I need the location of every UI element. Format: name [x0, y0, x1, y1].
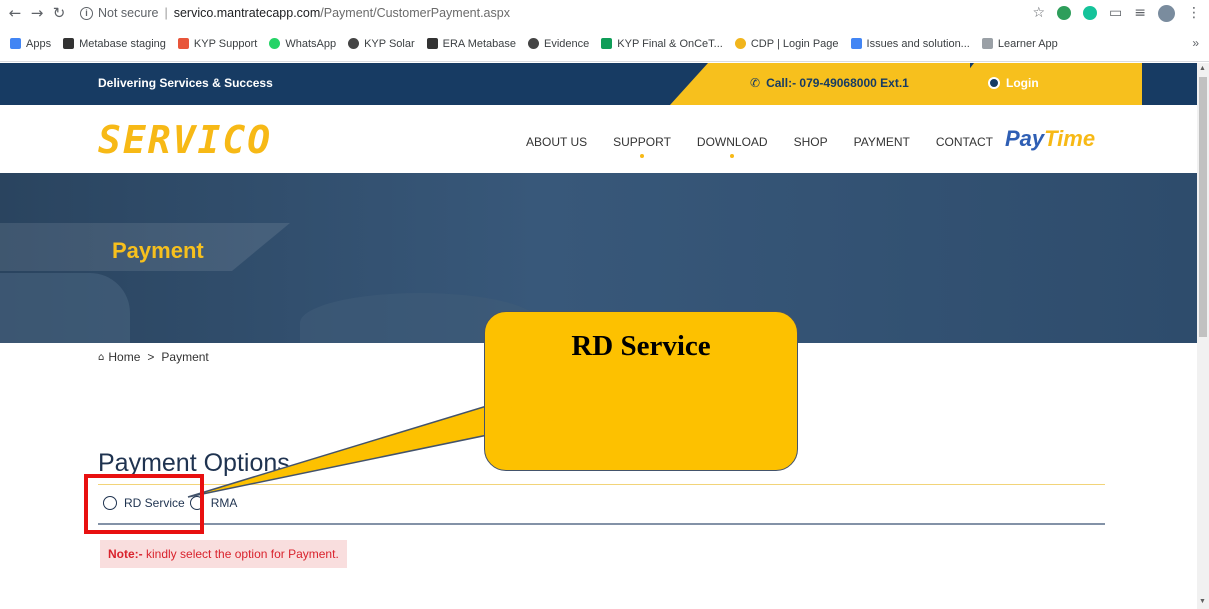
main-nav: ABOUT US SUPPORT DOWNLOAD SHOP PAYMENT C…	[526, 126, 1095, 158]
menu-dots-icon[interactable]: ⋮	[1187, 5, 1201, 21]
bookmark-cdp-login[interactable]: CDP | Login Page	[734, 37, 839, 50]
bookmark-learner-app[interactable]: Learner App	[981, 37, 1058, 50]
call-label: Call:- 079-49068000 Ext.1	[766, 76, 909, 90]
reload-icon[interactable]: ↻	[48, 0, 70, 26]
heading-divider	[98, 484, 1105, 485]
nav-support[interactable]: SUPPORT	[613, 135, 671, 158]
bookmark-kyp-support[interactable]: KYP Support	[177, 37, 258, 50]
paytime-part-a: Pay	[1004, 126, 1045, 151]
site-header: SERVICO ABOUT US SUPPORT DOWNLOAD SHOP P…	[0, 105, 1197, 173]
user-icon	[988, 77, 1000, 89]
tagline: Delivering Services & Success	[98, 76, 273, 90]
metabase-icon	[63, 38, 75, 49]
rma-label[interactable]: RMA	[211, 496, 238, 510]
whatsapp-icon	[269, 38, 281, 49]
options-divider	[98, 523, 1105, 525]
callout-text: RD Service	[571, 330, 711, 362]
breadcrumb: ⌂ Home > Payment	[98, 350, 209, 364]
bookmark-kyp-solar[interactable]: KYP Solar	[348, 38, 415, 50]
bookmarks-bar: Apps Metabase staging KYP Support WhatsA…	[0, 26, 1209, 62]
bookmark-label: Issues and solution...	[866, 37, 970, 50]
bookmark-issues[interactable]: Issues and solution...	[850, 37, 970, 50]
phone-icon: ✆	[750, 76, 761, 90]
bookmark-kyp-final[interactable]: KYP Final & OnCeT...	[601, 38, 723, 50]
browser-address-bar: ← → ↻ i Not secure | servico.mantratecap…	[0, 0, 1209, 26]
bookmark-label: Learner App	[997, 37, 1058, 50]
bookmark-apps[interactable]: Apps	[10, 38, 51, 50]
url-separator: |	[164, 6, 168, 20]
payment-note: Note:- kindly select the option for Paym…	[100, 540, 347, 568]
bookmark-star-icon[interactable]: ☆	[1032, 5, 1045, 21]
bookmark-label: KYP Solar	[364, 37, 415, 50]
bookmark-label: ERA Metabase	[442, 37, 517, 50]
scroll-up-arrow-icon[interactable]: ▲	[1199, 65, 1206, 72]
scroll-thumb[interactable]	[1199, 77, 1207, 337]
bookmark-label: KYP Final & OnCeT...	[617, 37, 723, 50]
login-label: Login	[1006, 76, 1039, 90]
back-arrow-icon[interactable]: ←	[4, 0, 26, 26]
reading-list-icon[interactable]: ≡	[1134, 5, 1146, 21]
bookmark-label: Evidence	[544, 37, 590, 50]
page-title: Payment	[112, 238, 204, 263]
breadcrumb-home[interactable]: Home	[108, 350, 140, 364]
bookmark-label: Apps	[26, 37, 52, 50]
apps-grid-icon	[10, 38, 21, 49]
bookmark-era-metabase[interactable]: ERA Metabase	[426, 37, 517, 50]
extension-icon[interactable]	[1057, 6, 1072, 20]
info-icon[interactable]: i	[80, 6, 93, 20]
globe-icon	[528, 38, 540, 49]
bookmark-whatsapp[interactable]: WhatsApp	[269, 38, 336, 50]
url-field[interactable]: i Not secure | servico.mantratecapp.com /…	[80, 6, 510, 20]
cdp-icon	[734, 38, 746, 49]
sheets-icon	[601, 38, 613, 49]
forward-arrow-icon[interactable]: →	[26, 0, 48, 26]
url-path: /Payment/CustomerPayment.aspx	[320, 6, 510, 20]
bookmarks-more-icon[interactable]: »	[1192, 36, 1199, 50]
paytime-logo[interactable]: PayTime	[1005, 126, 1095, 152]
login-banner	[942, 63, 1142, 105]
breadcrumb-separator: >	[147, 350, 155, 364]
login-button[interactable]: Login	[988, 76, 1039, 90]
bookmark-label: KYP Support	[193, 37, 258, 50]
learner-icon	[981, 38, 993, 49]
url-host: servico.mantratecapp.com	[173, 6, 321, 20]
nav-about-us[interactable]: ABOUT US	[526, 135, 587, 149]
nav-download[interactable]: DOWNLOAD	[697, 135, 768, 158]
hero-decoration	[0, 273, 130, 343]
security-label: Not secure	[98, 6, 159, 20]
home-icon: ⌂	[98, 351, 105, 363]
nav-payment[interactable]: PAYMENT	[854, 135, 910, 149]
bookmark-label: Metabase staging	[79, 37, 166, 50]
metabase-icon	[426, 38, 438, 49]
cast-icon[interactable]: ▭	[1109, 5, 1122, 21]
grammarly-icon[interactable]	[1083, 6, 1098, 20]
nav-shop[interactable]: SHOP	[794, 135, 828, 149]
bookmark-evidence[interactable]: Evidence	[528, 38, 589, 50]
highlight-box	[84, 474, 204, 534]
bookmark-label: WhatsApp	[285, 37, 337, 50]
paytime-part-b: Time	[1044, 126, 1096, 151]
scroll-down-arrow-icon[interactable]: ▼	[1199, 598, 1206, 605]
top-strip: Delivering Services & Success ✆ Call:- 07…	[0, 63, 1197, 105]
profile-avatar[interactable]	[1158, 4, 1175, 22]
note-text: kindly select the option for Payment.	[142, 547, 339, 561]
call-link[interactable]: ✆ Call:- 079-49068000 Ext.1	[750, 76, 909, 90]
nav-contact[interactable]: CONTACT	[936, 135, 993, 149]
servico-logo[interactable]: SERVICO	[98, 118, 272, 162]
page-scrollbar[interactable]: ▲ ▼	[1197, 63, 1209, 609]
pencil-icon	[177, 38, 189, 49]
breadcrumb-current: Payment	[161, 350, 209, 364]
note-prefix: Note:-	[108, 547, 143, 561]
docs-icon	[850, 38, 862, 49]
globe-icon	[348, 38, 360, 49]
bookmark-label: CDP | Login Page	[750, 37, 839, 50]
browser-toolbar-right: ☆ ▭ ≡ ⋮	[1032, 0, 1201, 26]
bookmark-metabase-staging[interactable]: Metabase staging	[63, 38, 166, 50]
